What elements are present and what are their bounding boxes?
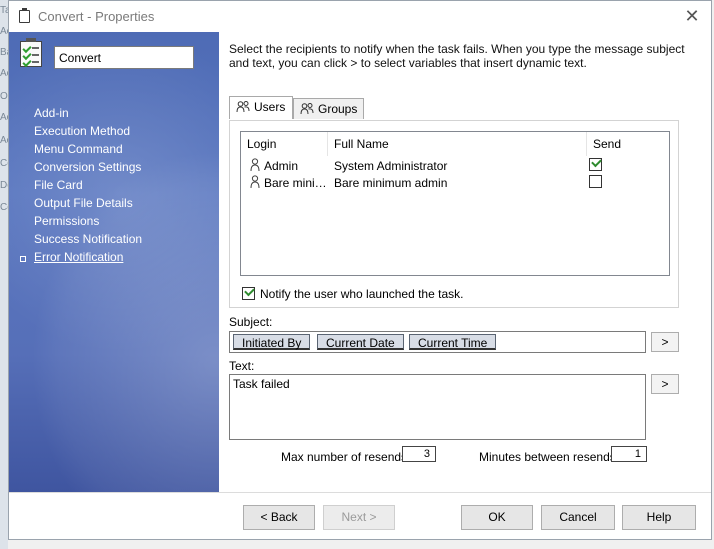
text-label: Text: [229, 359, 255, 373]
minutes-between-label: Minutes between resends: [479, 450, 620, 464]
sidebar-item-success-notification[interactable]: Success Notification [34, 232, 142, 246]
minutes-between-input[interactable]: 1 [611, 446, 647, 462]
next-button[interactable]: Next > [323, 505, 395, 530]
sidebar-item-error-notification[interactable]: Error Notification [34, 250, 123, 264]
sidebar-item-output-file-details[interactable]: Output File Details [34, 196, 133, 210]
send-checkbox[interactable] [589, 158, 602, 171]
user-icon [250, 175, 260, 189]
subject-insert-variable-button[interactable]: > [651, 332, 679, 352]
notify-launcher-label: Notify the user who launched the task. [260, 287, 464, 301]
column-header-send[interactable]: Send [587, 132, 669, 156]
title-bar[interactable]: Convert - Properties ✕ [9, 1, 711, 32]
max-resends-label: Max number of resends: [281, 450, 411, 464]
sidebar-item-conversion-settings[interactable]: Conversion Settings [34, 160, 141, 174]
footer-divider [9, 492, 711, 493]
subject-label: Subject: [229, 315, 273, 329]
variable-token[interactable]: Current Date [317, 334, 404, 350]
text-insert-variable-button[interactable]: > [651, 374, 679, 394]
background-text: O [0, 91, 8, 102]
column-header-login[interactable]: Login [241, 132, 328, 156]
window-title: Convert - Properties [38, 9, 155, 24]
users-icon [236, 101, 250, 113]
message-text-area[interactable]: Task failed [229, 374, 646, 440]
max-resends-input[interactable]: 3 [402, 446, 436, 462]
send-checkbox[interactable] [589, 175, 602, 188]
row-full-name: System Administrator [334, 159, 448, 173]
properties-dialog: Convert - Properties ✕ Add-in Execution … [8, 0, 712, 540]
column-header-full-name[interactable]: Full Name [328, 132, 587, 156]
tab-groups-label: Groups [318, 102, 358, 116]
help-button[interactable]: Help [622, 505, 696, 530]
notify-launcher-checkbox[interactable] [242, 287, 255, 300]
close-button[interactable]: ✕ [683, 6, 701, 26]
selected-bullet-icon [20, 256, 26, 262]
description-text: Select the recipients to notify when the… [229, 42, 685, 70]
row-login: Admin [264, 159, 299, 173]
row-full-name: Bare minimum admin [334, 176, 448, 190]
tab-groups[interactable]: Groups [293, 98, 364, 119]
tab-users-label: Users [254, 100, 286, 114]
variable-token[interactable]: Initiated By [233, 334, 311, 350]
cancel-button[interactable]: Cancel [541, 505, 615, 530]
background-window-edge: Ta Ac Ba Ac O Ac Ac Co De Co [0, 0, 13, 549]
sidebar-item-menu-command[interactable]: Menu Command [34, 142, 123, 156]
clipboard-icon [19, 8, 30, 23]
row-login: Bare mini… [264, 176, 327, 190]
sidebar: Add-in Execution Method Menu Command Con… [9, 32, 219, 492]
users-grid: Login Full Name Send Admin System Admini… [240, 131, 670, 276]
ok-button[interactable]: OK [461, 505, 533, 530]
users-tab-panel: Login Full Name Send Admin System Admini… [229, 120, 679, 308]
task-name-input[interactable] [54, 46, 194, 69]
sidebar-item-file-card[interactable]: File Card [34, 178, 83, 192]
variable-token[interactable]: Current Time [409, 334, 497, 350]
sidebar-item-permissions[interactable]: Permissions [34, 214, 99, 228]
back-button[interactable]: < Back [243, 505, 315, 530]
sidebar-item-add-in[interactable]: Add-in [34, 106, 69, 120]
groups-icon [300, 103, 314, 115]
sidebar-item-execution-method[interactable]: Execution Method [34, 124, 130, 138]
tab-users[interactable]: Users [229, 96, 293, 119]
subject-input[interactable]: Initiated By Current Date Current Time [229, 331, 646, 353]
task-checklist-icon [20, 38, 42, 68]
user-icon [250, 158, 260, 172]
